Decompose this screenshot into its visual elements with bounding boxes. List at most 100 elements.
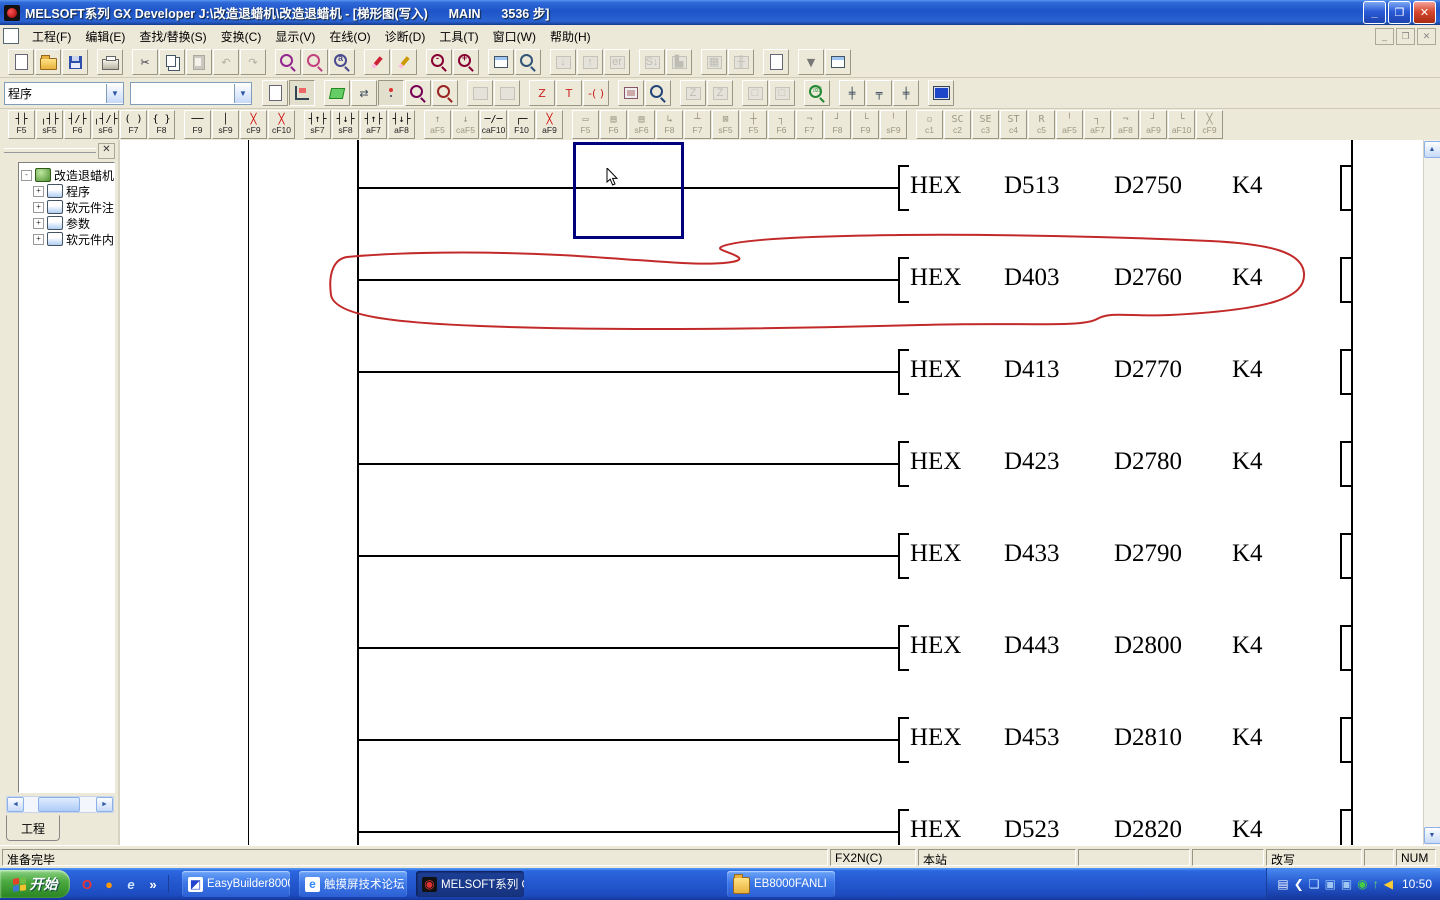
wrap-line-button[interactable]: ⇄: [351, 80, 377, 106]
menu-item-6[interactable]: 在线(O): [322, 25, 377, 48]
ladder-tool-F9-6[interactable]: ──F9: [184, 110, 211, 139]
edit-cursor-cell[interactable]: [573, 142, 684, 239]
panel-hscrollbar[interactable]: ◄ ►: [6, 796, 114, 813]
task-button-3[interactable]: ◉MELSOFT系列 GX D...: [416, 871, 524, 897]
device-trace-button[interactable]: ▼: [798, 49, 824, 75]
scroll-left-icon[interactable]: ◄: [7, 797, 24, 812]
window-tile-button[interactable]: [488, 49, 514, 75]
device-list-button[interactable]: [825, 49, 851, 75]
ladder-tool-sF7-10[interactable]: ┤↑├sF7: [304, 110, 331, 139]
volume-icon[interactable]: ◀: [1384, 878, 1393, 890]
chevron-collapse-icon[interactable]: ❮: [1294, 878, 1304, 890]
menu-item-9[interactable]: 窗口(W): [486, 25, 543, 48]
open-button[interactable]: [35, 49, 61, 75]
ladder-tool-sF8-11[interactable]: ┤↓├sF8: [332, 110, 359, 139]
device-z-button[interactable]: Z: [529, 80, 555, 106]
find-coil-button[interactable]: [432, 80, 458, 106]
tree-item-1[interactable]: +程序: [21, 183, 114, 199]
rung-insert-button[interactable]: ╪: [839, 80, 865, 106]
menu-item-4[interactable]: 变换(C): [214, 25, 269, 48]
child-restore-button[interactable]: ❐: [1396, 28, 1415, 45]
chip-button[interactable]: [618, 80, 644, 106]
device-coil-button[interactable]: -( ): [583, 80, 609, 106]
monitor-button[interactable]: [928, 80, 954, 106]
scroll-down-icon[interactable]: ▼: [1424, 827, 1440, 844]
tree-expand-icon[interactable]: +: [33, 202, 44, 213]
write-mode-button[interactable]: [364, 49, 390, 75]
ladder-tool-F5-0[interactable]: ┤├F5: [8, 110, 35, 139]
scroll-right-icon[interactable]: ►: [96, 797, 113, 812]
rung-delete-button[interactable]: ╪: [893, 80, 919, 106]
panel-close-icon[interactable]: ✕: [98, 143, 115, 159]
tree-item-3[interactable]: +参数: [21, 215, 114, 231]
ladder-tool-sF5-1[interactable]: ╷┤├sF5: [36, 110, 63, 139]
copy-button[interactable]: [159, 49, 185, 75]
rung-edit-button[interactable]: ╤: [866, 80, 892, 106]
ladder-tool-aF8-13[interactable]: ┤↓├aF8: [388, 110, 415, 139]
panel-grip[interactable]: [4, 148, 96, 153]
opera-icon[interactable]: O: [78, 875, 96, 893]
shield-icon[interactable]: ◉: [1357, 878, 1367, 890]
media-icon[interactable]: ●: [100, 875, 118, 893]
pc-icon[interactable]: ▣: [1325, 878, 1336, 890]
menu-item-3[interactable]: 查找/替换(S): [132, 25, 213, 48]
save-button[interactable]: [62, 49, 88, 75]
menu-item-5[interactable]: 显示(V): [268, 25, 322, 48]
block-select-combo[interactable]: ▼: [130, 82, 252, 105]
ladder-tool-cF9-8[interactable]: ╳cF9: [240, 110, 267, 139]
menu-item-8[interactable]: 工具(T): [432, 25, 485, 48]
ladder-branch-button[interactable]: [289, 80, 315, 106]
restore-button[interactable]: ❐: [1388, 1, 1411, 24]
child-minimize-button[interactable]: _: [1375, 28, 1394, 45]
find-button[interactable]: [302, 49, 328, 75]
close-button[interactable]: ✕: [1413, 1, 1436, 24]
menu-item-10[interactable]: 帮助(H): [543, 25, 598, 48]
pc2-icon[interactable]: ▣: [1341, 878, 1352, 890]
find-contact-button[interactable]: [405, 80, 431, 106]
find-zoom-button[interactable]: [645, 80, 671, 106]
network-icon[interactable]: ❏: [1309, 878, 1320, 890]
device-t-button[interactable]: T: [556, 80, 582, 106]
ie-icon[interactable]: e: [122, 875, 140, 893]
minimize-button[interactable]: _: [1363, 1, 1386, 24]
pin-button[interactable]: [378, 80, 404, 106]
tree-collapse-icon[interactable]: -: [21, 170, 32, 181]
task-button-1[interactable]: ◩EasyBuilder8000 ...: [182, 871, 290, 897]
program-type-combo[interactable]: 程序 ▼: [4, 82, 124, 105]
tab-project[interactable]: 工程: [6, 815, 60, 841]
combo-arrow-icon[interactable]: ▼: [106, 84, 123, 103]
ladder-tool-sF6-3[interactable]: ╷┤/├sF6: [92, 110, 119, 139]
ladder-tool-F6-2[interactable]: ┤/├F6: [64, 110, 91, 139]
child-close-button[interactable]: ✕: [1417, 28, 1436, 45]
tree-item-2[interactable]: +软元件注: [21, 199, 114, 215]
menu-item-2[interactable]: 编辑(E): [78, 25, 132, 48]
combo-arrow-icon[interactable]: ▼: [234, 84, 251, 103]
ladder-tool-F8-5[interactable]: { }F8: [148, 110, 175, 139]
ladder-vscrollbar[interactable]: ▲ ▼: [1423, 140, 1440, 845]
tree-expand-icon[interactable]: +: [33, 234, 44, 245]
cut-button[interactable]: ✂: [132, 49, 158, 75]
task-button-2[interactable]: e触摸屏技术论坛 -...: [299, 871, 407, 897]
new-button[interactable]: [8, 49, 34, 75]
ladder-tool-F7-4[interactable]: ( )F7: [120, 110, 147, 139]
keyboard-icon[interactable]: ▤: [1277, 878, 1288, 890]
program-check-button[interactable]: ☏: [804, 80, 830, 106]
ladder-tool-caF10-16[interactable]: ─/─caF10: [480, 110, 507, 139]
ladder-view-button[interactable]: [763, 49, 789, 75]
ladder-tool-F10-17[interactable]: ┌─F10: [508, 110, 535, 139]
ladder-tool-aF9-18[interactable]: ╳aF9: [536, 110, 563, 139]
insert-mode-button[interactable]: [391, 49, 417, 75]
ladder-edit-area[interactable]: HEXD513D2750K4HEXD403D2760K4HEXD413D2770…: [120, 140, 1440, 845]
start-button[interactable]: 开始: [0, 870, 70, 898]
ladder-tool-sF9-7[interactable]: │sF9: [212, 110, 239, 139]
update-icon[interactable]: ↑: [1373, 878, 1379, 890]
scroll-up-icon[interactable]: ▲: [1424, 141, 1440, 158]
ladder-tool-aF7-12[interactable]: ┤↑├aF7: [360, 110, 387, 139]
tree-item-4[interactable]: +软元件内: [21, 231, 114, 247]
find-device-button[interactable]: [275, 49, 301, 75]
tree-root[interactable]: -改造退蜡机: [21, 167, 114, 183]
ladder-tool-cF10-9[interactable]: ╳cF10: [268, 110, 295, 139]
program-copy-button[interactable]: [262, 80, 288, 106]
menu-item-7[interactable]: 诊断(D): [378, 25, 433, 48]
print-button[interactable]: [97, 49, 123, 75]
